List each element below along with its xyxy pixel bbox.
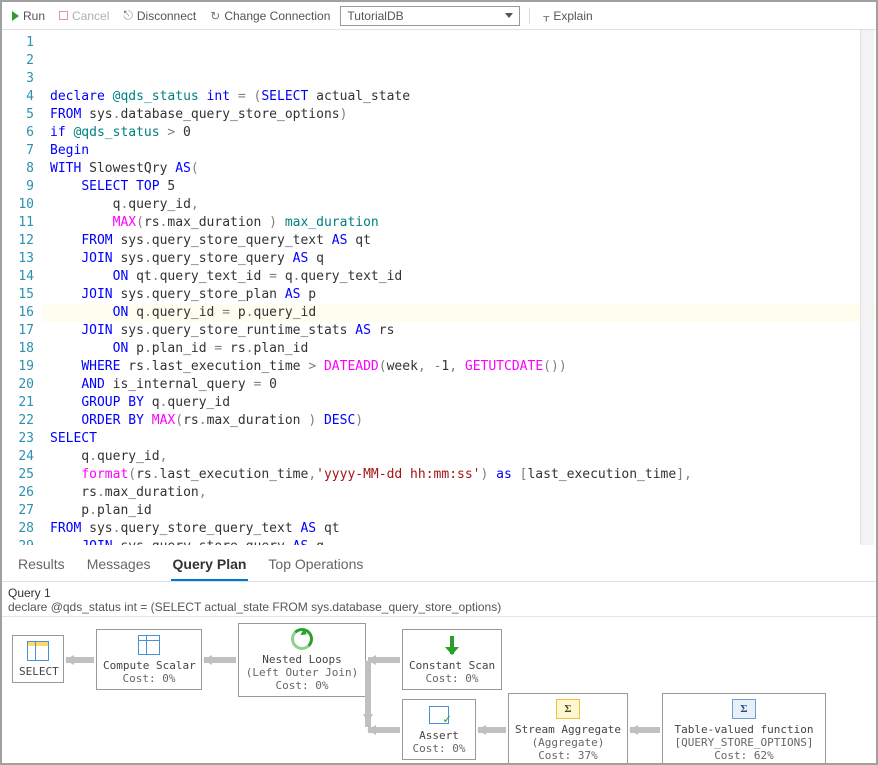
disconnect-icon: ⎋ (123, 8, 133, 23)
explain-label: Explain (553, 9, 592, 23)
constant-scan-icon (409, 633, 495, 657)
code-line[interactable]: GROUP BY q.query_id (42, 394, 876, 412)
code-line[interactable]: SELECT TOP 5 (42, 178, 876, 196)
plan-arrow (368, 657, 400, 663)
compute-scalar-icon (103, 633, 195, 657)
change-connection-button[interactable]: ↻ Change Connection (206, 7, 334, 25)
nested-loops-icon (245, 627, 359, 651)
cancel-label: Cancel (72, 9, 109, 23)
scrollbar[interactable] (860, 30, 874, 545)
results-tabs: Results Messages Query Plan Top Operatio… (2, 545, 876, 582)
sql-editor[interactable]: 1234567891011121314151617181920212223242… (2, 30, 876, 545)
plan-node-compute-scalar[interactable]: Compute Scalar Cost: 0% (96, 629, 202, 690)
plan-node-assert[interactable]: Assert Cost: 0% (402, 699, 476, 760)
plan-node-nested-loops[interactable]: Nested Loops (Left Outer Join) Cost: 0% (238, 623, 366, 697)
query-plan-panel: Query 1 declare @qds_status int = (SELEC… (2, 582, 876, 763)
plan-arrow (204, 657, 236, 663)
tab-results[interactable]: Results (16, 551, 67, 581)
plan-node-label: SELECT (19, 665, 57, 678)
code-line[interactable]: q.query_id, (42, 448, 876, 466)
code-line[interactable]: FROM sys.database_query_store_options) (42, 106, 876, 124)
code-line[interactable]: format(rs.last_execution_time,'yyyy-MM-d… (42, 466, 876, 484)
chevron-down-icon (505, 13, 513, 18)
plan-node-cost: Cost: 0% (245, 679, 359, 692)
code-line[interactable]: WHERE rs.last_execution_time > DATEADD(w… (42, 358, 876, 376)
plan-node-label: Table-valued function (669, 723, 819, 736)
code-line[interactable]: rs.max_duration, (42, 484, 876, 502)
run-label: Run (23, 9, 45, 23)
query-toolbar: Run Cancel ⎋ Disconnect ↻ Change Connect… (2, 2, 876, 30)
code-line[interactable]: JOIN sys.query_store_plan AS p (42, 286, 876, 304)
select-icon (19, 639, 57, 663)
code-line[interactable]: JOIN sys.query_store_query AS q (42, 538, 876, 545)
plan-node-label: Constant Scan (409, 659, 495, 672)
disconnect-label: Disconnect (137, 9, 196, 23)
plan-node-label: Compute Scalar (103, 659, 195, 672)
code-line[interactable]: declare @qds_status int = (SELECT actual… (42, 88, 876, 106)
explain-icon: ᚁ (543, 9, 549, 23)
plan-node-constant-scan[interactable]: Constant Scan Cost: 0% (402, 629, 502, 690)
plan-node-label: Nested Loops (245, 653, 359, 666)
line-numbers: 1234567891011121314151617181920212223242… (2, 30, 42, 545)
plan-node-cost: Cost: 0% (103, 672, 195, 685)
plan-node-stream-aggregate[interactable]: Σ Stream Aggregate (Aggregate) Cost: 37% (508, 693, 628, 763)
play-icon (12, 11, 19, 21)
code-line[interactable]: ON q.query_id = p.query_id (42, 304, 876, 322)
code-line[interactable]: MAX(rs.max_duration ) max_duration (42, 214, 876, 232)
code-line[interactable]: JOIN sys.query_store_query AS q (42, 250, 876, 268)
stop-icon (59, 11, 68, 20)
tvf-icon: Σ (669, 697, 819, 721)
plan-node-subtitle: [QUERY_STORE_OPTIONS] (669, 736, 819, 749)
code-line[interactable]: Begin (42, 142, 876, 160)
code-line[interactable]: JOIN sys.query_store_runtime_stats AS rs (42, 322, 876, 340)
plan-arrow (630, 727, 660, 733)
plan-canvas[interactable]: SELECT Compute Scalar Cost: 0% Nested Lo… (2, 617, 876, 763)
code-line[interactable]: p.plan_id (42, 502, 876, 520)
code-line[interactable]: if @qds_status > 0 (42, 124, 876, 142)
tab-top-operations[interactable]: Top Operations (266, 551, 365, 581)
code-line[interactable]: ON qt.query_text_id = q.query_text_id (42, 268, 876, 286)
plan-node-cost: Cost: 62% (669, 749, 819, 762)
change-connection-label: Change Connection (224, 9, 330, 23)
run-button[interactable]: Run (8, 7, 49, 25)
toolbar-separator (529, 8, 530, 24)
code-area[interactable]: declare @qds_status int = (SELECT actual… (42, 30, 876, 545)
code-line[interactable]: AND is_internal_query = 0 (42, 376, 876, 394)
code-line[interactable]: q.query_id, (42, 196, 876, 214)
explain-button[interactable]: ᚁ Explain (539, 7, 596, 25)
plan-node-subtitle: (Aggregate) (515, 736, 621, 749)
code-line[interactable]: ORDER BY MAX(rs.max_duration ) DESC) (42, 412, 876, 430)
plan-header: Query 1 declare @qds_status int = (SELEC… (2, 582, 876, 617)
stream-aggregate-icon: Σ (515, 697, 621, 721)
plan-arrow (365, 661, 371, 727)
database-select[interactable]: TutorialDB (340, 6, 520, 26)
plan-node-tvf[interactable]: Σ Table-valued function [QUERY_STORE_OPT… (662, 693, 826, 763)
plan-query-text: declare @qds_status int = (SELECT actual… (8, 600, 870, 614)
change-connection-icon: ↻ (210, 9, 220, 23)
plan-node-label: Assert (409, 729, 469, 742)
cancel-button[interactable]: Cancel (55, 7, 113, 25)
plan-node-select[interactable]: SELECT (12, 635, 64, 683)
code-line[interactable]: FROM sys.query_store_query_text AS qt (42, 232, 876, 250)
plan-node-cost: Cost: 0% (409, 742, 469, 755)
plan-node-cost: Cost: 0% (409, 672, 495, 685)
code-line[interactable]: SELECT (42, 430, 876, 448)
disconnect-button[interactable]: ⎋ Disconnect (119, 6, 200, 25)
plan-arrow (66, 657, 94, 663)
code-line[interactable]: FROM sys.query_store_query_text AS qt (42, 520, 876, 538)
database-selected-value: TutorialDB (347, 9, 403, 23)
plan-node-label: Stream Aggregate (515, 723, 621, 736)
code-line[interactable]: WITH SlowestQry AS( (42, 160, 876, 178)
code-line[interactable]: ON p.plan_id = rs.plan_id (42, 340, 876, 358)
tab-query-plan[interactable]: Query Plan (171, 551, 249, 581)
plan-arrow (478, 727, 506, 733)
plan-query-number: Query 1 (8, 586, 870, 600)
assert-icon (409, 703, 469, 727)
plan-node-subtitle: (Left Outer Join) (245, 666, 359, 679)
tab-messages[interactable]: Messages (85, 551, 153, 581)
plan-node-cost: Cost: 37% (515, 749, 621, 762)
